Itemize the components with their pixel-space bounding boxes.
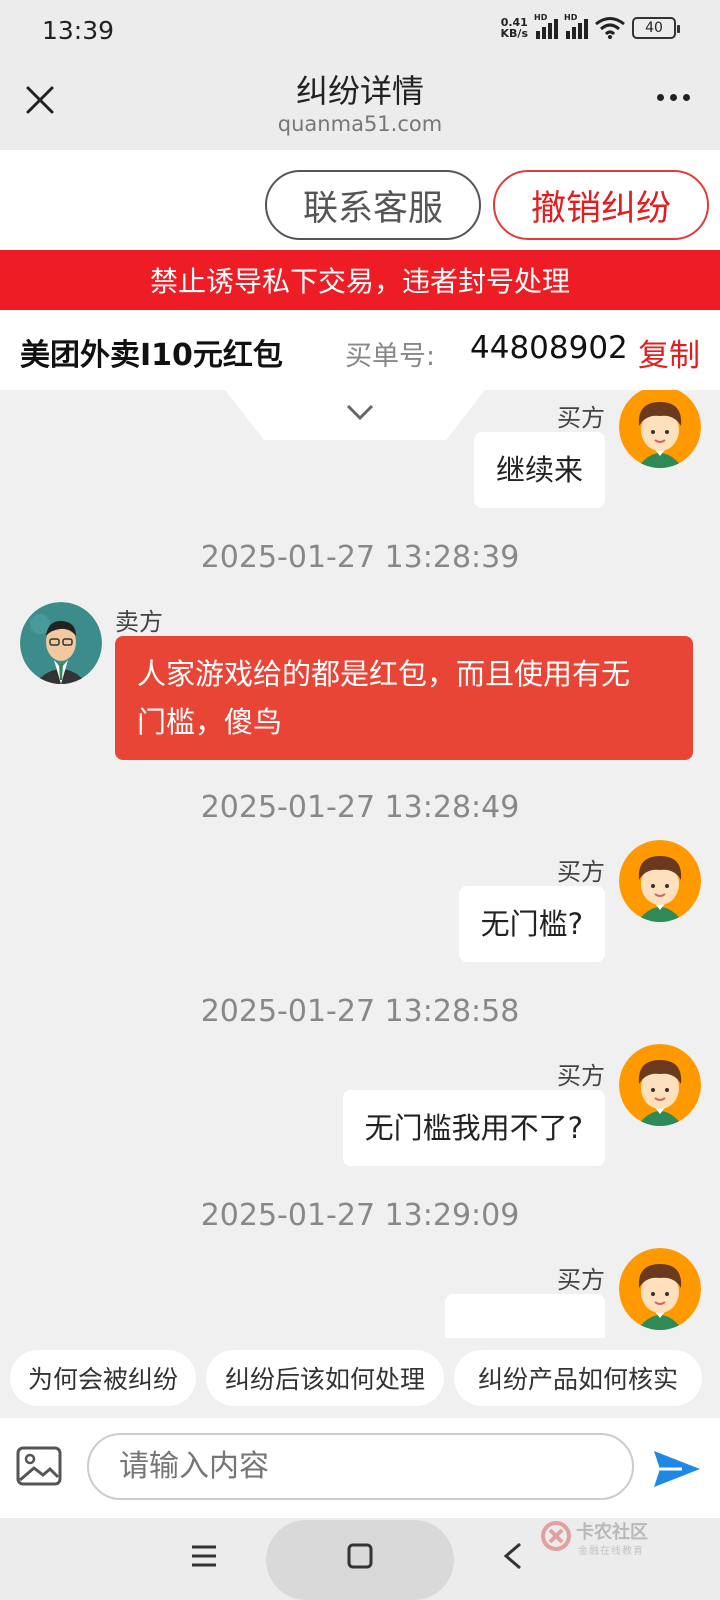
image-icon[interactable] [16, 1446, 62, 1486]
menu-icon[interactable] [190, 1542, 218, 1570]
buyer-avatar[interactable] [619, 390, 701, 468]
signal-icon: HD [534, 13, 558, 39]
order-number: 44808902 [470, 330, 628, 366]
quick-questions: 为何会被纠纷 纠纷后该如何处理 纠纷产品如何核实 [0, 1338, 720, 1418]
status-bar: 13:39 0.41 KB/s HD HD 40 [0, 0, 720, 60]
message-input[interactable] [87, 1433, 634, 1500]
message-timestamp: 2025-01-27 13:29:09 [200, 1198, 520, 1233]
watermark-icon [541, 1521, 571, 1551]
message-timestamp: 2025-01-27 13:28:49 [200, 790, 520, 825]
signal-hd-label-2: HD [564, 13, 578, 22]
battery-icon: 40 [632, 17, 680, 39]
input-bar [0, 1418, 720, 1518]
sender-name: 买方 [557, 1062, 605, 1090]
buyer-avatar[interactable] [619, 840, 701, 922]
message-bubble: 继续来 [473, 432, 605, 508]
sender-name: 买方 [557, 858, 605, 886]
message-bubble [445, 1294, 605, 1338]
copy-button[interactable]: 复制 [638, 330, 700, 375]
contact-support-button[interactable]: 联系客服 [265, 170, 481, 240]
send-icon[interactable] [652, 1448, 702, 1490]
buyer-avatar[interactable] [619, 1044, 701, 1126]
order-info: 美团外卖I10元红包 买单号: 44808902 复制 [0, 310, 720, 390]
watermark-logo: 卡农社区 金融在线教育 [540, 1518, 720, 1558]
network-speed: 0.41 KB/s [501, 17, 528, 39]
status-icons: 0.41 KB/s HD HD 40 [501, 13, 680, 40]
chevron-down-icon[interactable] [345, 402, 375, 422]
watermark-name: 卡农社区 [576, 1522, 648, 1543]
warning-banner: 禁止诱导私下交易，违者封号处理 [0, 250, 720, 310]
home-icon[interactable] [346, 1542, 374, 1570]
message-bubble: 无门槛? [458, 886, 605, 962]
signal-hd-label: HD [534, 13, 548, 22]
title-bar: 纠纷详情 quanma51.com [0, 60, 720, 150]
network-speed-unit: KB/s [500, 27, 528, 40]
message-text-line: 门槛，傻鸟 [137, 705, 283, 739]
sender-name: 买方 [557, 404, 605, 432]
sender-name: 卖方 [115, 608, 163, 636]
message-timestamp: 2025-01-27 13:28:39 [200, 540, 520, 575]
watermark-tagline: 金融在线教育 [578, 1546, 644, 1557]
message-bubble: 人家游戏给的都是红包，而且使用有无 门槛，傻鸟 [115, 636, 693, 760]
page-domain: quanma51.com [277, 112, 443, 136]
page-title: 纠纷详情 [295, 72, 424, 110]
quick-question-chip[interactable]: 纠纷产品如何核实 [454, 1350, 702, 1406]
quick-question-chip[interactable]: 为何会被纠纷 [10, 1350, 196, 1406]
order-product: 美团外卖I10元红包 [20, 338, 283, 373]
order-number-label: 买单号: [345, 341, 436, 372]
message-timestamp: 2025-01-27 13:28:58 [200, 994, 520, 1029]
message-text-line: 人家游戏给的都是红包，而且使用有无 [137, 657, 631, 691]
action-bar: 联系客服 撤销纠纷 [0, 150, 720, 250]
more-options-icon[interactable] [657, 94, 690, 101]
wifi-icon [595, 17, 625, 39]
back-icon[interactable] [500, 1540, 526, 1572]
signal-icon-2: HD [564, 13, 588, 39]
quick-question-chip[interactable]: 纠纷后该如何处理 [206, 1350, 444, 1406]
chat-area[interactable]: 买方 继续来 2025-01-27 13:28:39 卖方 人家游戏给的都是红包… [0, 390, 720, 1338]
cancel-dispute-button[interactable]: 撤销纠纷 [493, 170, 709, 240]
status-time: 13:39 [42, 16, 115, 45]
system-nav-bar: 卡农社区 金融在线教育 [0, 1518, 720, 1600]
seller-avatar[interactable] [20, 602, 102, 684]
sender-name: 买方 [557, 1266, 605, 1294]
message-bubble: 无门槛我用不了? [342, 1090, 605, 1166]
buyer-avatar[interactable] [619, 1248, 701, 1330]
